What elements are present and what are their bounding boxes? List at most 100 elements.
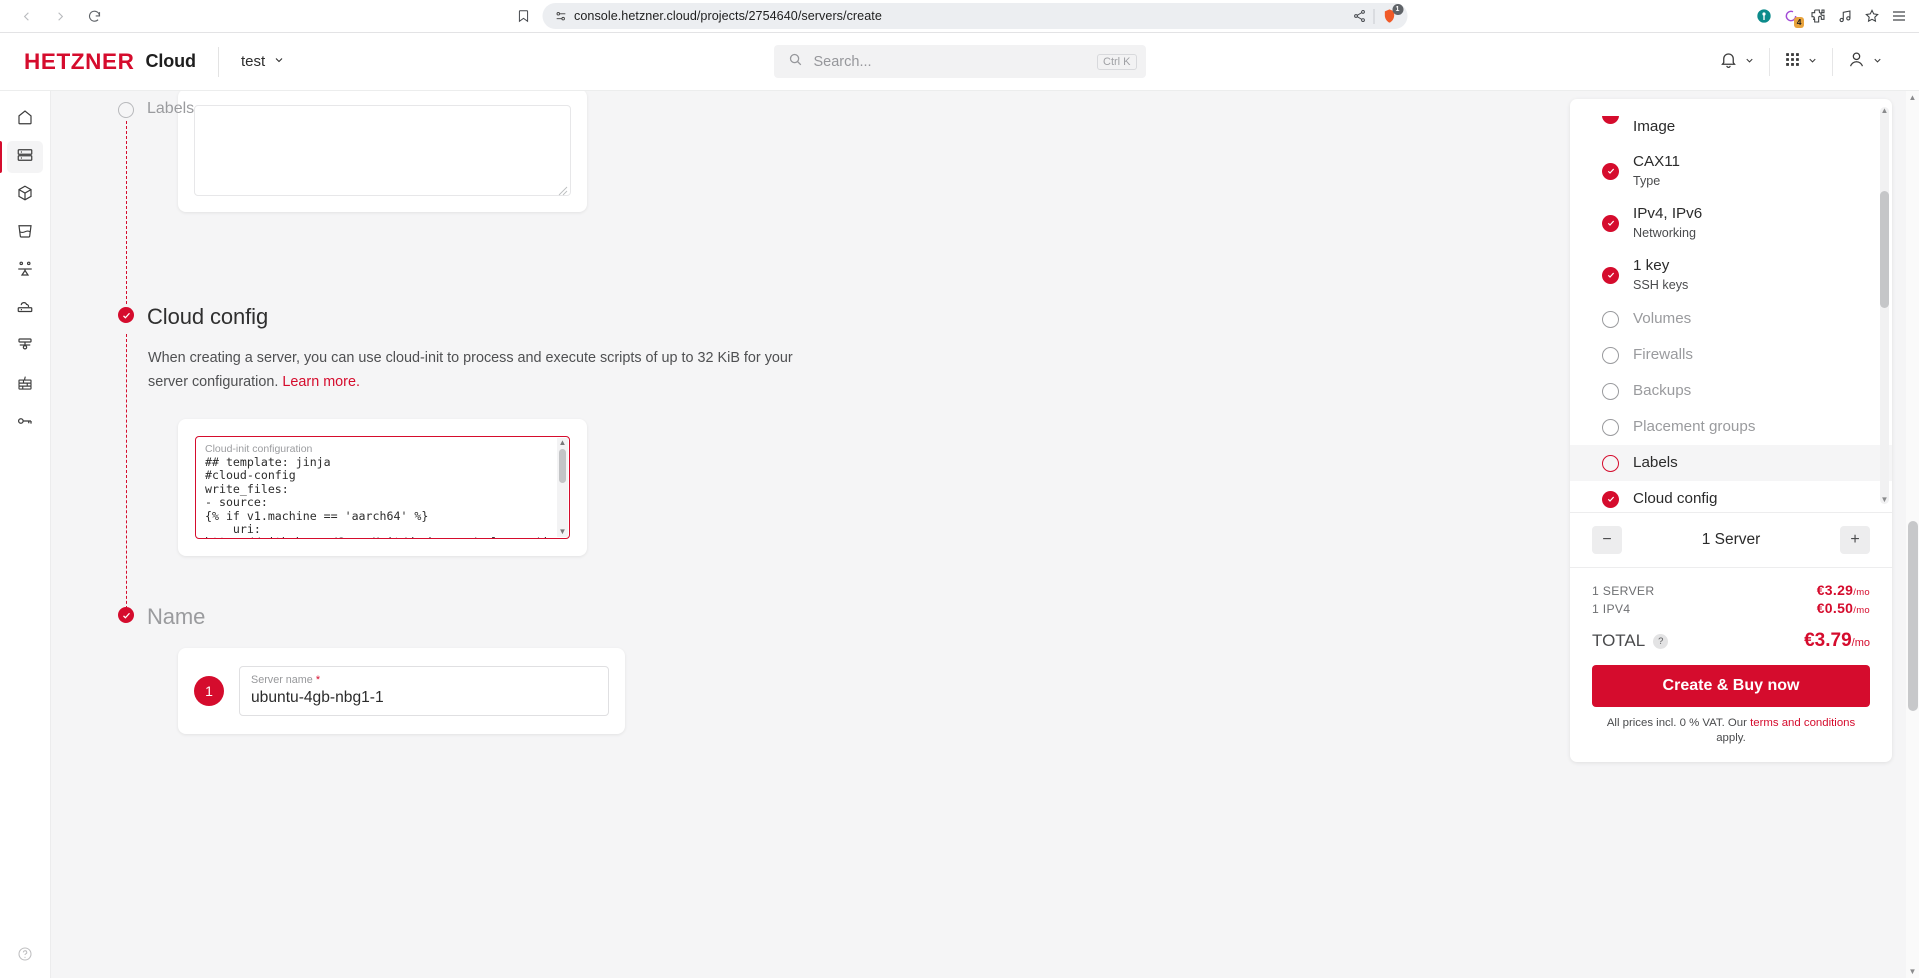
scrollbar-thumb[interactable] <box>1880 191 1889 308</box>
server-index-badge: 1 <box>194 676 224 706</box>
forward-button[interactable] <box>46 3 74 29</box>
help-icon <box>17 946 33 967</box>
brave-shield-icon[interactable]: 1 <box>1381 4 1403 24</box>
back-arrow-icon <box>19 9 34 24</box>
summary-item-networking[interactable]: IPv4, IPv6 Networking <box>1570 197 1892 249</box>
address-bar[interactable]: console.hetzner.cloud/projects/2754640/s… <box>542 3 1407 29</box>
sidebar-item-help[interactable] <box>7 940 43 972</box>
share-icon[interactable] <box>1352 9 1366 23</box>
help-icon[interactable]: ? <box>1653 633 1669 649</box>
divider <box>217 46 219 77</box>
reload-button[interactable] <box>80 3 108 29</box>
scroll-up-icon[interactable]: ▲ <box>1906 93 1919 102</box>
summary-item-ssh-keys[interactable]: 1 key SSH keys <box>1570 249 1892 301</box>
summary-item-cloud-config[interactable]: Cloud config <box>1570 481 1892 512</box>
sidebar-item-security[interactable] <box>7 407 43 439</box>
search-icon <box>788 52 803 72</box>
scroll-down-icon[interactable]: ▼ <box>559 528 567 536</box>
increment-server-button[interactable]: + <box>1840 526 1870 554</box>
summary-item-backups[interactable]: Backups <box>1570 373 1892 409</box>
status-dot-done <box>1602 162 1619 180</box>
server-name-card: 1 Server name * ubuntu-4gb-nbg1-1 <box>178 648 625 734</box>
summary-item-firewalls[interactable]: Firewalls <box>1570 337 1892 373</box>
step-labels-bullet[interactable] <box>118 102 134 118</box>
sidebar-item-home[interactable] <box>7 103 43 135</box>
price-row: 1 SERVER €3.29/mo <box>1592 582 1870 598</box>
decrement-server-button[interactable]: − <box>1592 526 1622 554</box>
scroll-up-icon[interactable]: ▲ <box>559 439 567 447</box>
total-row: TOTAL ? €3.79/mo <box>1592 630 1870 652</box>
status-dot-done <box>1602 214 1619 232</box>
cube-icon <box>16 184 34 207</box>
price-amount: €0.50 <box>1816 600 1854 616</box>
summary-item-volumes[interactable]: Volumes <box>1570 301 1892 337</box>
summary-item-placement-groups[interactable]: Placement groups <box>1570 409 1892 445</box>
scroll-up-icon[interactable]: ▲ <box>1880 107 1889 115</box>
price-block: 1 SERVER €3.29/mo 1 IPV4 €0.50/mo TOTAL … <box>1570 567 1892 762</box>
cloud-init-code[interactable]: ## template: jinja #cloud-config write_f… <box>205 455 569 538</box>
chevron-down-icon <box>273 53 285 70</box>
project-selector[interactable]: test <box>241 53 285 70</box>
forward-arrow-icon <box>53 9 68 24</box>
bookmark-star-icon[interactable] <box>1864 8 1880 24</box>
user-account-icon <box>1847 50 1866 74</box>
sidebar-item-networks[interactable] <box>7 293 43 325</box>
puzzle-extensions-icon[interactable] <box>1810 8 1826 24</box>
labels-textarea[interactable] <box>194 105 571 196</box>
server-name-input[interactable]: Server name * ubuntu-4gb-nbg1-1 <box>239 666 609 716</box>
music-note-icon[interactable] <box>1837 8 1853 24</box>
scrollbar-thumb[interactable] <box>1908 521 1918 711</box>
scrollbar-thumb[interactable] <box>559 449 566 483</box>
chevron-down-icon <box>1744 53 1755 71</box>
learn-more-link[interactable]: Learn more. <box>282 374 360 390</box>
vat-note-after: apply. <box>1716 732 1746 744</box>
page-scrollbar[interactable]: ▲ ▼ <box>1906 91 1919 978</box>
hamburger-menu-icon[interactable] <box>1891 8 1907 24</box>
network-icon <box>16 298 34 321</box>
sidebar-item-volumes[interactable] <box>7 179 43 211</box>
summary-scrollbar[interactable]: ▲ ▼ <box>1880 107 1889 504</box>
cloud-init-scrollbar[interactable]: ▲ ▼ <box>557 438 568 537</box>
sidebar-item-firewalls[interactable] <box>7 369 43 401</box>
resize-grip-icon[interactable] <box>558 183 568 196</box>
summary-item-image[interactable]: Image <box>1570 109 1892 145</box>
bookmark-icon[interactable] <box>512 5 534 27</box>
header-actions <box>1705 47 1897 76</box>
step-cloud-config-bullet[interactable] <box>118 307 134 323</box>
create-and-buy-button[interactable]: Create & Buy now <box>1592 665 1870 707</box>
summary-item-labels[interactable]: Labels <box>1570 445 1892 481</box>
project-name: test <box>240 53 266 70</box>
cloud-init-editor[interactable]: Cloud-init configuration ## template: ji… <box>195 436 570 539</box>
browser-nav-buttons <box>12 3 108 29</box>
sidebar-item-object-storage[interactable] <box>7 217 43 249</box>
status-dot-empty <box>1602 346 1619 364</box>
server-name-value: ubuntu-4gb-nbg1-1 <box>251 689 384 706</box>
summary-item-type[interactable]: CAX11 Type <box>1570 145 1892 197</box>
total-value: €3.79/mo <box>1804 630 1870 652</box>
status-dot-empty <box>1602 418 1619 436</box>
vat-note: All prices incl. 0 % VAT. Our terms and … <box>1592 716 1870 746</box>
site-settings-icon[interactable] <box>554 10 567 23</box>
apps-menu-button[interactable] <box>1770 51 1832 73</box>
scroll-down-icon[interactable]: ▼ <box>1880 496 1889 504</box>
app-body: Labels Cloud config When creating a serv… <box>0 91 1919 978</box>
password-manager-icon[interactable] <box>1756 8 1772 24</box>
search-placeholder: Search... <box>813 53 872 70</box>
url-text: console.hetzner.cloud/projects/2754640/s… <box>574 9 882 23</box>
summary-item-sublabel: Networking <box>1633 226 1696 240</box>
terms-and-conditions-link[interactable]: terms and conditions <box>1750 717 1855 729</box>
step-connector-line <box>125 121 127 304</box>
summary-item-label: 1 key <box>1633 257 1670 274</box>
sidebar-item-load-balancers[interactable] <box>7 255 43 287</box>
sidebar-item-servers[interactable] <box>0 141 43 173</box>
hetzner-logo: HETZNER <box>24 48 135 74</box>
step-name-bullet[interactable] <box>118 607 134 623</box>
account-menu-button[interactable] <box>1833 50 1897 74</box>
search-input[interactable]: Search... Ctrl K <box>773 45 1146 78</box>
sidebar-item-floating-ips[interactable] <box>7 331 43 363</box>
extension-badge-icon[interactable]: 4 <box>1783 8 1804 28</box>
notifications-button[interactable] <box>1705 50 1769 74</box>
server-name-label-text: Server name <box>251 674 313 686</box>
scroll-down-icon[interactable]: ▼ <box>1906 967 1919 976</box>
back-button[interactable] <box>12 3 40 29</box>
